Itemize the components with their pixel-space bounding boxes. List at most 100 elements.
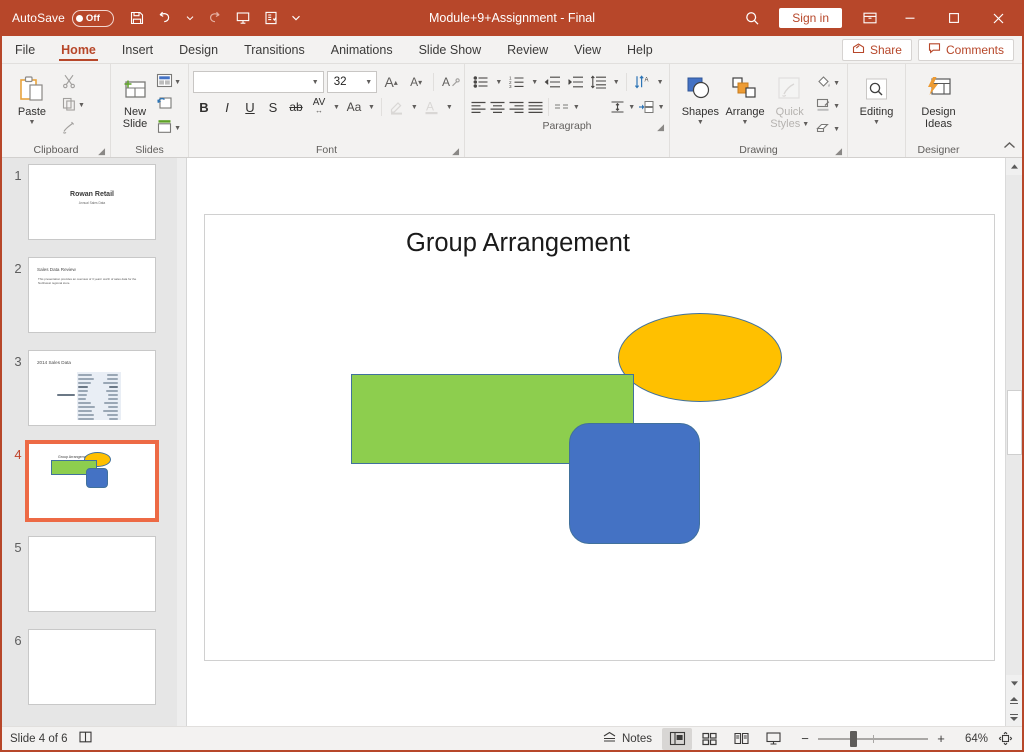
slide-sorter-view-button[interactable] [694,728,724,750]
shape-fill-dropdown-icon[interactable]: ▼ [833,80,840,87]
previous-slide-button[interactable] [1005,692,1022,709]
thumbnail-frame-3[interactable]: 2014 Sales Data [28,350,156,426]
thumbnail-slide-6[interactable]: 6 [2,623,186,716]
strikethrough-button[interactable]: ab [285,96,307,118]
align-left-button[interactable] [470,96,488,118]
paste-dropdown-icon[interactable]: ▼ [29,119,36,126]
shapes-dropdown-icon[interactable]: ▼ [697,119,704,126]
start-presentation-icon[interactable] [230,5,256,31]
font-size-dropdown-icon[interactable]: ▼ [361,79,372,86]
tab-insert[interactable]: Insert [109,36,166,63]
tab-review[interactable]: Review [494,36,561,63]
layout-button[interactable]: ▼ [153,71,184,93]
minimize-button[interactable] [888,0,932,36]
font-name-dropdown-icon[interactable]: ▼ [308,79,319,86]
reading-view-button[interactable] [726,728,756,750]
arrange-button[interactable]: Arrange ▼ [723,69,768,126]
shape-outline-dropdown-icon[interactable]: ▼ [833,103,840,110]
thumbnail-frame-1[interactable]: Rowan Retail Annual Sales Data [28,164,156,240]
cut-button[interactable] [58,71,88,93]
thumbnail-slide-4[interactable]: 4 Group Arrangement [2,437,186,530]
tab-slide-show[interactable]: Slide Show [406,36,495,63]
tab-view[interactable]: View [561,36,614,63]
scrollbar-track[interactable] [1005,175,1022,675]
slide-show-view-button[interactable] [758,728,788,750]
thumbnail-slide-2[interactable]: 2 Sales Data Review This presentation pr… [2,251,186,344]
thumbnail-frame-2[interactable]: Sales Data Review This presentation prov… [28,257,156,333]
section-dropdown-icon[interactable]: ▼ [174,125,181,132]
thumbnail-slide-5[interactable]: 5 [2,530,186,623]
autosave-control[interactable]: AutoSave Off [12,9,114,27]
layout-dropdown-icon[interactable]: ▼ [174,79,181,86]
numbering-button[interactable]: 1 2 3 [506,71,528,93]
zoom-slider-track[interactable] [818,730,928,747]
scroll-down-button[interactable] [1005,675,1022,692]
format-painter-button[interactable] [58,117,88,139]
text-highlight-dropdown-icon[interactable]: ▼ [409,96,420,118]
copy-dropdown-icon[interactable]: ▼ [78,102,85,109]
paragraph-dialog-launcher-icon[interactable]: ◢ [657,123,664,132]
align-text-button[interactable] [608,96,626,118]
undo-dropdown-icon[interactable] [180,5,200,31]
editing-button[interactable]: Editing ▼ [852,69,901,126]
notes-button[interactable]: Notes [594,728,660,750]
zoom-control[interactable]: − + 64% [798,728,1016,750]
bullets-dropdown-icon[interactable]: ▼ [493,71,505,93]
arrange-dropdown-icon[interactable]: ▼ [742,119,749,126]
bullets-button[interactable] [470,71,492,93]
tab-home[interactable]: Home [48,36,109,63]
slide-title-text[interactable]: Group Arrangement [406,229,630,258]
zoom-slider-thumb[interactable] [850,730,857,747]
thumbnail-frame-6[interactable] [28,629,156,705]
tab-file[interactable]: File [2,36,48,63]
character-spacing-button[interactable]: AV ↔ [308,96,330,118]
tab-animations[interactable]: Animations [318,36,406,63]
character-spacing-dropdown-icon[interactable]: ▼ [331,96,342,118]
font-color-dropdown-icon[interactable]: ▼ [444,96,455,118]
normal-view-button[interactable] [662,727,692,750]
slide-canvas[interactable]: Group Arrangement [204,214,995,661]
increase-indent-button[interactable] [565,71,587,93]
accessibility-checker-icon[interactable] [78,730,93,747]
shape-effects-dropdown-icon[interactable]: ▼ [833,126,840,133]
thumbnail-frame-4[interactable]: Group Arrangement [25,440,159,522]
shape-outline-button[interactable]: ▼ [812,95,843,117]
convert-to-smartart-button[interactable] [638,96,656,118]
center-button[interactable] [489,96,507,118]
tab-design[interactable]: Design [166,36,231,63]
sign-in-button[interactable]: Sign in [779,8,842,28]
new-slide-button[interactable]: New Slide [115,69,155,130]
ribbon-display-options-icon[interactable] [852,0,888,36]
shape-effects-button[interactable]: ▼ [812,118,843,140]
clear-formatting-button[interactable]: A [440,71,462,93]
increase-font-size-button[interactable]: A ▴ [380,71,402,93]
align-text-dropdown-icon[interactable]: ▼ [627,96,637,118]
close-button[interactable] [976,0,1020,36]
zoom-out-button[interactable]: − [798,731,812,746]
section-button[interactable]: ▼ [153,117,184,139]
thumbnail-frame-5[interactable] [28,536,156,612]
thumbnail-slide-3[interactable]: 3 2014 Sales Data [2,344,186,437]
slide-counter[interactable]: Slide 4 of 6 [10,733,68,745]
change-case-dropdown-icon[interactable]: ▼ [366,96,377,118]
scrollbar-thumb[interactable] [1006,390,1022,455]
zoom-in-button[interactable]: + [934,731,948,746]
undo-icon[interactable] [152,5,178,31]
save-icon[interactable] [124,5,150,31]
share-button[interactable]: Share [841,38,912,61]
text-direction-button[interactable]: A [631,71,653,93]
paste-button[interactable]: Paste ▼ [6,69,58,126]
slide-thumbnail-pane[interactable]: 1 Rowan Retail Annual Sales Data 2 Sales… [2,158,187,726]
italic-button[interactable]: I [216,96,238,118]
comments-button[interactable]: Comments [917,38,1014,61]
font-color-button[interactable]: A [421,96,443,118]
smartart-dropdown-icon[interactable]: ▼ [656,96,666,118]
line-spacing-dropdown-icon[interactable]: ▼ [610,71,622,93]
reset-button[interactable] [153,94,184,116]
maximize-button[interactable] [932,0,976,36]
copy-button[interactable]: ▼ [58,94,88,116]
blue-rounded-rectangle-shape[interactable] [569,423,700,544]
scroll-up-button[interactable] [1005,158,1022,175]
editing-dropdown-icon[interactable]: ▼ [873,119,880,126]
font-name-combo[interactable]: ▼ [193,71,324,93]
